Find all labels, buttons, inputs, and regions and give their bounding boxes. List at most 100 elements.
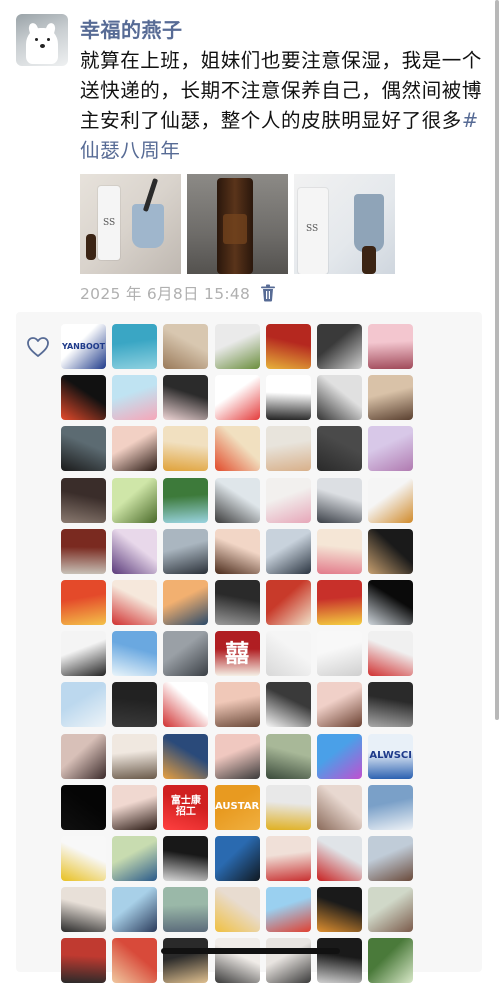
liker-avatar[interactable] [368,836,414,881]
liker-avatar[interactable] [317,836,362,881]
liker-avatar[interactable] [265,324,311,369]
liker-avatar[interactable] [61,477,106,523]
liker-avatar[interactable] [368,580,414,625]
liker-avatar[interactable] [214,477,260,523]
liker-avatar[interactable] [265,528,311,574]
liker-avatar[interactable] [112,477,158,523]
liker-avatar[interactable] [265,375,311,421]
liker-avatar[interactable] [163,836,209,881]
liker-avatar[interactable] [265,938,311,983]
liker-avatar[interactable] [317,784,362,830]
liker-avatar[interactable] [61,887,106,933]
liker-avatar[interactable] [112,324,158,369]
post-photo-3[interactable]: SS [294,174,395,274]
liker-avatar[interactable]: AUSTAR [214,784,260,830]
liker-avatar[interactable] [265,887,311,933]
liker-avatar[interactable] [214,375,260,421]
liker-avatar[interactable] [112,528,158,574]
liker-avatar[interactable] [61,426,106,472]
liker-avatar[interactable] [163,938,209,983]
liker-avatar[interactable] [214,426,260,472]
liker-avatar[interactable] [163,887,209,933]
post-photo-1[interactable]: SS [80,174,181,274]
liker-avatar[interactable] [112,580,158,625]
liker-avatar[interactable] [214,836,260,881]
liker-avatar[interactable]: YANBOOT [61,324,106,369]
liker-avatar[interactable] [317,733,362,779]
author-name[interactable]: 幸福的燕子 [80,14,183,43]
liker-avatar[interactable] [61,375,106,421]
liker-avatar[interactable] [214,887,260,933]
liker-avatar[interactable] [265,426,311,472]
liker-avatar[interactable]: 富士康 招工 [163,784,209,830]
liker-avatar[interactable] [163,477,209,523]
liker-avatar[interactable] [317,324,362,369]
liker-avatar[interactable] [265,682,311,728]
liker-avatar[interactable] [265,836,311,881]
liker-avatar[interactable] [112,733,158,779]
liker-avatar[interactable] [317,528,362,574]
liker-avatar[interactable] [368,324,414,369]
liker-avatar[interactable] [61,836,106,881]
liker-avatar[interactable] [368,375,414,421]
author-avatar[interactable] [16,14,68,66]
liker-avatar[interactable] [61,784,106,830]
liker-avatar[interactable] [265,580,311,625]
liker-avatar[interactable] [317,375,362,421]
liker-avatar[interactable] [368,426,414,472]
liker-avatar[interactable] [214,324,260,369]
liker-avatar[interactable] [61,631,106,677]
liker-avatar[interactable] [368,682,414,728]
liker-avatar[interactable] [214,580,260,625]
liker-avatar[interactable] [61,580,106,625]
liker-avatar[interactable] [163,375,209,421]
trash-icon[interactable] [260,284,276,302]
liker-avatar[interactable] [61,938,106,983]
liker-avatar[interactable] [317,887,362,933]
liker-avatar[interactable] [265,477,311,523]
liker-avatar[interactable] [163,631,209,677]
liker-avatar[interactable] [61,682,106,728]
liker-avatar[interactable] [368,938,414,983]
liker-avatar[interactable] [112,426,158,472]
liker-avatar[interactable] [163,528,209,574]
liker-avatar[interactable] [163,580,209,625]
liker-avatar[interactable] [368,528,414,574]
liker-avatar[interactable] [317,477,362,523]
liker-avatar[interactable]: 囍 [214,631,260,677]
liker-avatar[interactable] [61,733,106,779]
liker-avatar[interactable] [368,477,414,523]
liker-avatar[interactable] [112,631,158,677]
liker-avatar[interactable] [214,528,260,574]
liker-avatar[interactable] [317,938,362,983]
liker-avatar[interactable] [317,580,362,625]
liker-avatar[interactable] [112,682,158,728]
post-photo-2[interactable] [187,174,288,274]
liker-avatar[interactable] [265,784,311,830]
liker-avatar[interactable] [163,324,209,369]
liker-avatar[interactable] [265,733,311,779]
liker-avatar[interactable] [265,631,311,677]
liker-avatar[interactable] [61,528,106,574]
liker-avatar[interactable] [317,426,362,472]
liker-avatar[interactable] [368,887,414,933]
liker-avatar[interactable] [214,938,260,983]
liker-avatar[interactable] [163,426,209,472]
liker-avatar[interactable] [368,784,414,830]
liker-avatar[interactable] [112,887,158,933]
liker-avatar[interactable] [214,682,260,728]
liker-avatar[interactable] [112,375,158,421]
liker-avatar[interactable] [317,631,362,677]
home-indicator[interactable] [161,948,340,954]
scrollbar[interactable] [495,0,499,720]
liker-avatar[interactable] [163,733,209,779]
liker-avatar[interactable] [368,631,414,677]
liker-avatar[interactable]: ALWSCI [368,733,414,779]
liker-avatar[interactable] [214,733,260,779]
liker-avatar[interactable] [112,784,158,830]
liker-avatar[interactable] [317,682,362,728]
liker-avatar[interactable] [163,682,209,728]
liker-avatar-label: AUSTAR [214,801,260,813]
liker-avatar[interactable] [112,836,158,881]
liker-avatar[interactable] [112,938,158,983]
